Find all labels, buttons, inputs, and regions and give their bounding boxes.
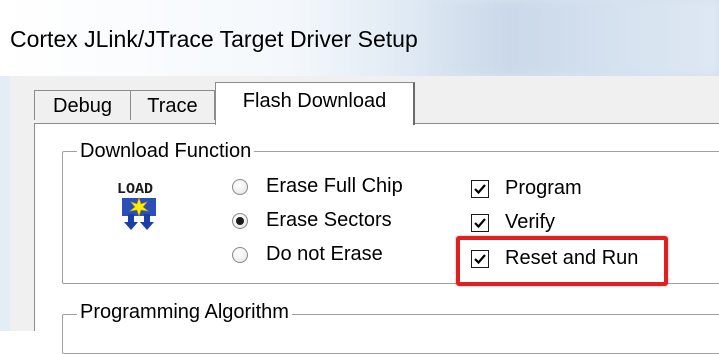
- highlight-box: [456, 236, 668, 286]
- radio-erase-sectors-button[interactable]: [232, 213, 248, 229]
- window-frame-left: [0, 76, 10, 331]
- checkmark-icon: [474, 184, 486, 195]
- radio-erase-sectors-label: Erase Sectors: [266, 209, 392, 231]
- tab-trace-label: Trace: [147, 95, 198, 117]
- checkbox-program-box[interactable]: [471, 180, 489, 198]
- checkbox-verify-label: Verify: [505, 211, 556, 233]
- radio-do-not-erase-button[interactable]: [232, 247, 248, 263]
- title-bar: Cortex JLink/JTrace Target Driver Setup: [0, 0, 719, 77]
- radio-erase-full-chip-button[interactable]: [232, 179, 248, 195]
- tab-flash-download-label: Flash Download: [242, 90, 387, 112]
- checkbox-program-label: Program: [505, 177, 582, 199]
- tab-trace[interactable]: Trace: [130, 90, 215, 120]
- tab-flash-download[interactable]: Flash Download: [215, 82, 415, 125]
- checkbox-verify-box[interactable]: [471, 214, 489, 232]
- tab-debug-label: Debug: [53, 95, 112, 117]
- programming-algorithm-label: Programming Algorithm: [77, 301, 292, 324]
- load-icon-text: LOAD: [117, 181, 153, 198]
- radio-do-not-erase-label: Do not Erase: [266, 243, 383, 265]
- tab-debug[interactable]: Debug: [34, 90, 131, 120]
- checkmark-icon: [474, 218, 486, 229]
- download-function-label: Download Function: [77, 140, 255, 163]
- load-icon: LOAD: [114, 178, 168, 236]
- radio-erase-full-chip-label: Erase Full Chip: [266, 175, 403, 197]
- title-bar-blur: [419, 0, 719, 76]
- window-title: Cortex JLink/JTrace Target Driver Setup: [10, 26, 418, 52]
